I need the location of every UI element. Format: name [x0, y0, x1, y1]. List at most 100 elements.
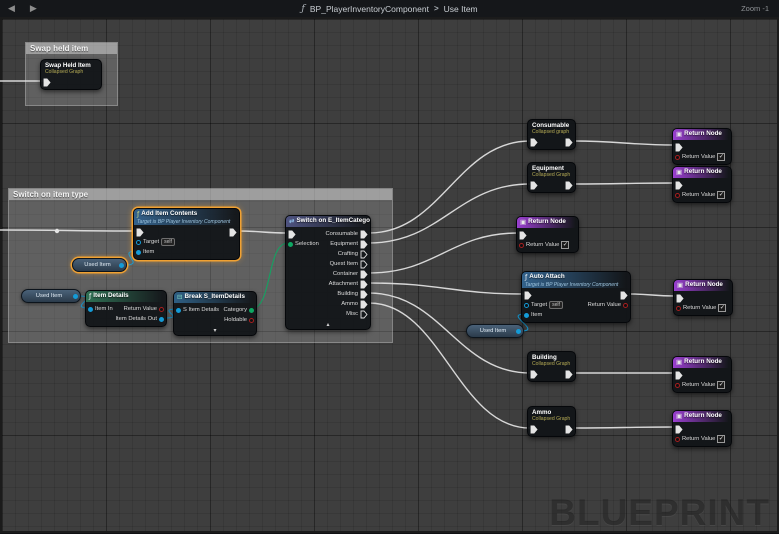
node-subtitle: Collapsed Graph — [528, 172, 575, 178]
return-value-checkbox[interactable]: ✓ — [717, 435, 725, 443]
node-header: ▣Return Node — [673, 129, 731, 140]
node-used-item-a[interactable]: Used Item — [72, 258, 127, 272]
node-header: ƒAdd Item ContentsTarget is BP Player In… — [134, 209, 239, 225]
return-value-pin[interactable] — [675, 155, 680, 160]
zoom-indicator: Zoom -1 — [741, 0, 769, 17]
exec-pin[interactable] — [675, 425, 683, 434]
node-return-node-building[interactable]: ▣Return NodeReturn Value✓ — [672, 356, 732, 393]
exec-pin[interactable] — [530, 138, 538, 147]
exec-pin[interactable] — [675, 371, 683, 380]
pin-row — [41, 77, 101, 87]
node-add-item-contents[interactable]: ƒAdd Item ContentsTarget is BP Player In… — [133, 208, 240, 260]
node-header: ƒAuto AttachTarget is BP Player Inventor… — [522, 272, 630, 288]
node-used-item-c[interactable]: Used Item — [466, 324, 524, 338]
node-return-node-ammo[interactable]: ▣Return NodeReturn Value✓ — [672, 410, 732, 447]
breadcrumb-blueprint[interactable]: BP_PlayerInventoryComponent — [310, 4, 429, 14]
return-value-pin[interactable] — [519, 243, 524, 248]
consumable-pin[interactable] — [360, 230, 368, 239]
exec-pin[interactable] — [675, 143, 683, 152]
node-break-s-itemdetails[interactable]: ⊟Break S_ItemDetailsS Item DetailsCatego… — [173, 291, 257, 336]
blueprint-watermark: BLUEPRINT — [549, 492, 770, 534]
return-value-pin[interactable] — [675, 193, 680, 198]
default-value-box[interactable]: self — [549, 301, 563, 309]
node-building[interactable]: BuildingCollapsed Graph — [527, 351, 576, 382]
exec-pin[interactable] — [530, 370, 538, 379]
node-item-details[interactable]: ƒItem DetailsItem InReturn ValueItem Det… — [85, 290, 167, 327]
node-return-node-attachment[interactable]: ▣Return NodeReturn Value✓ — [673, 279, 733, 316]
exec-pin[interactable] — [519, 231, 527, 240]
exec-pin[interactable] — [119, 263, 124, 268]
exec-pin[interactable] — [565, 425, 573, 434]
target-pin[interactable] — [136, 240, 141, 245]
attachment-pin[interactable] — [360, 280, 368, 289]
item-pin[interactable] — [524, 313, 529, 318]
node-return-node-consumable[interactable]: ▣Return NodeReturn Value✓ — [672, 128, 732, 165]
node-title: Return Node — [528, 217, 566, 227]
node-switch-on-e-itemcategorys[interactable]: ⇄Switch on E_ItemCategorysConsumableSele… — [285, 215, 371, 330]
node-swap-held-item[interactable]: Swap Held ItemCollapsed Graph — [40, 59, 102, 90]
pin-label: Item In — [95, 306, 113, 312]
exec-pin[interactable] — [530, 181, 538, 190]
exec-pin[interactable] — [565, 138, 573, 147]
container-pin[interactable] — [360, 270, 368, 279]
node-subtitle: Target is BP Player Inventory Component — [525, 282, 627, 288]
exec-pin[interactable] — [288, 230, 296, 239]
node-ammo[interactable]: AmmoCollapsed Graph — [527, 406, 576, 437]
node-used-item-b[interactable]: Used Item — [21, 289, 81, 303]
exec-pin[interactable] — [530, 425, 538, 434]
pin-label: S Item Details — [183, 307, 219, 313]
node-title: Return Node — [684, 411, 722, 421]
exec-pin[interactable] — [136, 228, 144, 237]
item-details-out-pin[interactable] — [159, 317, 164, 322]
return-value-pin[interactable] — [623, 303, 628, 308]
exec-pin[interactable] — [229, 228, 237, 237]
ammo-pin[interactable] — [360, 300, 368, 309]
exec-pin[interactable] — [524, 291, 532, 300]
node-return-node-equipment[interactable]: ▣Return NodeReturn Value✓ — [672, 166, 732, 203]
category-pin[interactable] — [249, 308, 254, 313]
s-item-details-pin[interactable] — [176, 308, 181, 313]
return-value-checkbox[interactable]: ✓ — [717, 191, 725, 199]
return-value-checkbox[interactable]: ✓ — [717, 153, 725, 161]
exec-pin[interactable] — [43, 78, 51, 87]
equipment-pin[interactable] — [360, 240, 368, 249]
misc-pin[interactable] — [360, 310, 368, 319]
quest-item-pin[interactable] — [360, 260, 368, 269]
node-consumable[interactable]: ConsumableCollapsed graph — [527, 119, 576, 150]
return-value-checkbox[interactable]: ✓ — [717, 381, 725, 389]
exec-pin[interactable] — [565, 370, 573, 379]
pin-label: Quest Item — [330, 261, 358, 267]
exec-pin[interactable] — [676, 294, 684, 303]
pin-row — [517, 230, 578, 240]
item-in-pin[interactable] — [88, 307, 93, 312]
breadcrumb: ƒ BP_PlayerInventoryComponent > Use Item — [0, 0, 779, 17]
return-value-pin[interactable] — [675, 383, 680, 388]
item-pin[interactable] — [136, 250, 141, 255]
default-value-box[interactable]: self — [161, 238, 175, 246]
return-value-pin[interactable] — [676, 306, 681, 311]
node-equipment[interactable]: EquipmentCollapsed Graph — [527, 162, 576, 193]
exec-pin[interactable] — [620, 291, 628, 300]
pin-label: Item Details Out — [115, 316, 157, 322]
exec-pin[interactable] — [565, 181, 573, 190]
exec-pin[interactable] — [675, 181, 683, 190]
selection-pin[interactable] — [288, 242, 293, 247]
node-subtitle: Collapsed Graph — [528, 361, 575, 367]
node-auto-attach[interactable]: ƒAuto AttachTarget is BP Player Inventor… — [521, 271, 631, 323]
crafting-pin[interactable] — [360, 250, 368, 259]
return-value-pin[interactable] — [159, 307, 164, 312]
holdable-pin[interactable] — [249, 318, 254, 323]
expand-chevron-icon[interactable]: ▾ — [174, 327, 256, 335]
node-return-node-container[interactable]: ▣Return NodeReturn Value✓ — [516, 216, 579, 253]
building-pin[interactable] — [360, 290, 368, 299]
return-value-checkbox[interactable]: ✓ — [561, 241, 569, 249]
return-value-checkbox[interactable]: ✓ — [718, 304, 726, 312]
breadcrumb-graph[interactable]: Use Item — [444, 4, 478, 14]
return-value-pin[interactable] — [675, 437, 680, 442]
expand-chevron-icon[interactable]: ▴ — [286, 321, 370, 329]
exec-pin[interactable] — [516, 329, 521, 334]
breadcrumb-separator-icon: > — [434, 4, 439, 13]
exec-pin[interactable] — [73, 294, 78, 299]
target-pin[interactable] — [524, 303, 529, 308]
node-title: Swap Held Item — [41, 60, 101, 69]
